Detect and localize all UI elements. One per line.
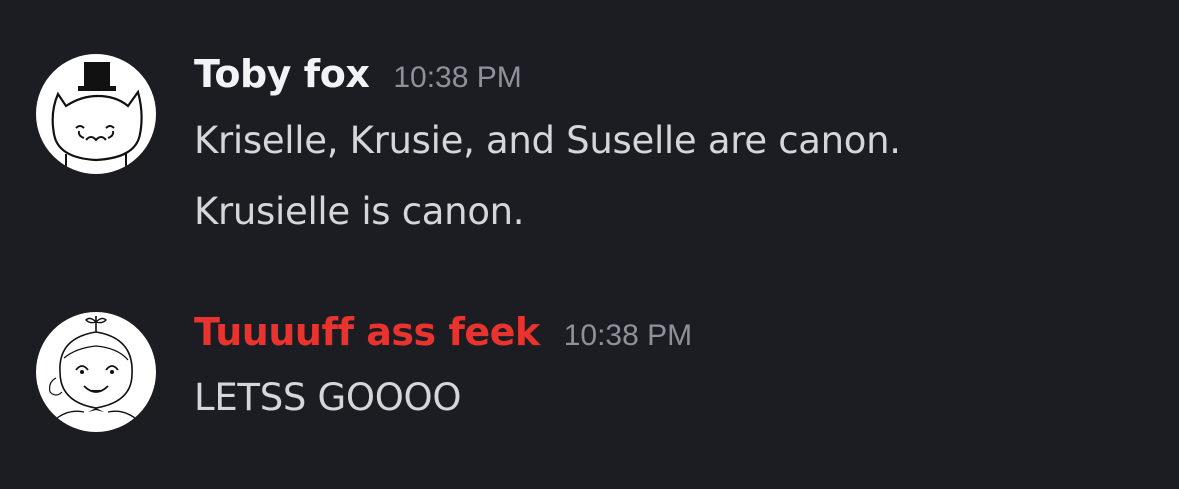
username[interactable]: Toby fox — [194, 52, 370, 96]
sketched-cat-with-top-hat-icon — [51, 62, 143, 170]
sketched-character-portrait-icon — [49, 316, 143, 425]
message-header: Toby fox 10:38 PM — [194, 52, 522, 96]
message-text: LETSS GOOOO — [194, 376, 462, 419]
user-avatar[interactable] — [36, 54, 156, 174]
username[interactable]: Tuuuuff ass feek — [194, 310, 540, 354]
chat-message: Tuuuuff ass feek 10:38 PM LETSS GOOOO — [0, 260, 1179, 489]
message-text: Kriselle, Krusie, and Suselle are canon. — [194, 119, 901, 162]
chat-message: Toby fox 10:38 PM Kriselle, Krusie, and S… — [0, 0, 1179, 250]
message-header: Tuuuuff ass feek 10:38 PM — [194, 310, 692, 354]
message-text: Krusielle is canon. — [194, 190, 525, 233]
timestamp: 10:38 PM — [393, 61, 522, 94]
timestamp: 10:38 PM — [563, 319, 693, 352]
user-avatar[interactable] — [36, 312, 156, 432]
